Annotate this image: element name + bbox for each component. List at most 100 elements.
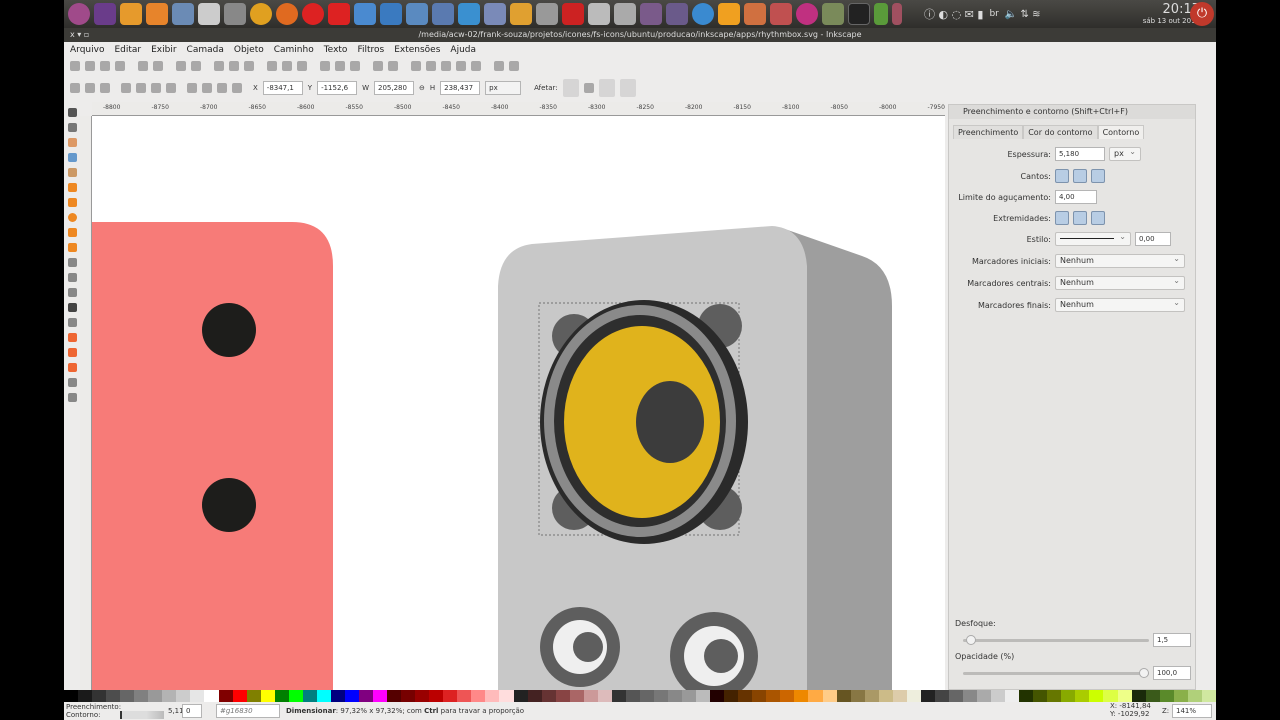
color-swatch[interactable] [1187,690,1202,702]
color-swatch[interactable] [401,690,416,702]
unlink-icon[interactable] [350,61,360,71]
color-swatch[interactable] [358,690,374,702]
gradient-tool-icon[interactable] [67,363,77,372]
node-tool-icon[interactable] [67,123,77,132]
tab-cor-do-contorno[interactable]: Cor do contorno [1023,125,1098,139]
launcher-icon[interactable] [718,3,740,25]
color-swatch[interactable] [724,690,739,702]
layers-icon[interactable] [441,61,451,71]
color-swatch[interactable] [892,690,907,702]
desfoque-slider[interactable] [963,635,1149,645]
launcher-icon[interactable] [328,3,350,25]
color-swatch[interactable] [64,690,79,702]
menu-editar[interactable]: Editar [114,45,141,55]
rect-tool-icon[interactable] [67,183,77,192]
launcher-icon[interactable] [614,3,636,25]
color-swatch[interactable] [808,690,823,702]
clone-icon[interactable] [335,61,345,71]
launcher-icon[interactable] [692,3,714,25]
color-swatch[interactable] [78,690,93,702]
text-icon[interactable] [426,61,436,71]
color-swatch[interactable] [934,690,949,702]
launcher-icon[interactable] [380,3,402,25]
pen-tool-icon[interactable] [67,273,77,282]
rotate-cw-icon[interactable] [136,83,146,93]
menu-ajuda[interactable]: Ajuda [450,45,476,55]
stroke-swatch[interactable] [120,711,164,719]
menu-camada[interactable]: Camada [187,45,224,55]
zoom-tool-icon[interactable] [67,153,77,162]
color-swatch[interactable] [190,690,205,702]
color-swatch[interactable] [471,690,486,702]
marcadores-iniciais-select[interactable]: Nenhum [1055,253,1185,268]
menu-extensoes[interactable]: Extensões [394,45,440,55]
color-swatch[interactable] [373,690,388,702]
drawing-canvas[interactable] [92,116,945,690]
color-swatch[interactable] [148,690,163,702]
cut-icon[interactable] [229,61,239,71]
color-swatch[interactable] [977,690,992,702]
filezilla-icon[interactable] [562,3,584,25]
3dbox-tool-icon[interactable] [67,198,77,207]
spray-tool-icon[interactable] [67,318,77,327]
launcher-icon[interactable] [874,3,888,25]
color-swatch[interactable] [415,690,430,702]
menu-filtros[interactable]: Filtros [357,45,384,55]
color-swatch[interactable] [443,690,458,702]
color-swatch[interactable] [92,690,107,702]
select-all-layers-icon[interactable] [85,83,95,93]
text-tool-icon[interactable] [67,303,77,312]
color-swatch[interactable] [1005,690,1020,702]
launcher-icon[interactable] [744,3,766,25]
zoom-drawing-icon[interactable] [282,61,292,71]
color-swatch[interactable] [1145,690,1160,702]
color-swatch[interactable] [541,690,556,702]
limite-input[interactable]: 4,00 [1055,190,1097,204]
launcher-icon[interactable] [172,3,194,25]
cap-square-button[interactable] [1091,211,1105,225]
launcher-icon[interactable] [536,3,558,25]
color-swatch[interactable] [625,690,640,702]
lower-bottom-icon[interactable] [232,83,242,93]
color-swatch[interactable] [611,690,626,702]
color-swatch[interactable] [218,690,233,702]
color-swatch[interactable] [527,690,542,702]
color-swatch[interactable] [597,690,612,702]
color-swatch[interactable] [288,690,303,702]
color-swatch[interactable] [738,690,753,702]
color-swatch[interactable] [1131,690,1146,702]
color-swatch[interactable] [1019,690,1034,702]
document-properties-icon[interactable] [509,61,519,71]
redo-icon[interactable] [191,61,201,71]
color-swatch[interactable] [639,690,654,702]
color-swatch[interactable] [653,690,669,702]
launcher-icon[interactable] [822,3,844,25]
scale-corners-toggle[interactable] [583,83,594,93]
color-swatch[interactable] [302,690,317,702]
keyboard-indicator[interactable]: br [989,9,998,19]
rotate-ccw-icon[interactable] [121,83,131,93]
xml-editor-icon[interactable] [456,61,466,71]
color-swatch[interactable] [1173,690,1188,702]
dash-offset-input[interactable]: 0,00 [1135,232,1171,246]
espessura-input[interactable]: 5,180 [1055,147,1105,161]
color-swatch[interactable] [274,690,289,702]
raise-top-icon[interactable] [187,83,197,93]
window-controls[interactable]: x ▾ ▫ [70,28,89,42]
color-swatch[interactable] [330,690,345,702]
h-input[interactable]: 238,437 [440,81,481,95]
unit-select[interactable]: px [485,81,522,95]
launcher-icon[interactable] [892,3,902,25]
group-icon[interactable] [373,61,383,71]
color-swatch[interactable] [569,690,584,702]
export-icon[interactable] [153,61,163,71]
launcher-icon[interactable] [458,3,480,25]
color-swatch[interactable] [1103,690,1118,702]
zoom-page-icon[interactable] [297,61,307,71]
launcher-icon[interactable] [484,3,506,25]
color-swatch[interactable] [1201,690,1216,702]
color-swatch[interactable] [513,690,528,702]
flip-h-icon[interactable] [151,83,161,93]
duplicate-icon[interactable] [320,61,330,71]
color-swatch[interactable] [204,690,219,702]
